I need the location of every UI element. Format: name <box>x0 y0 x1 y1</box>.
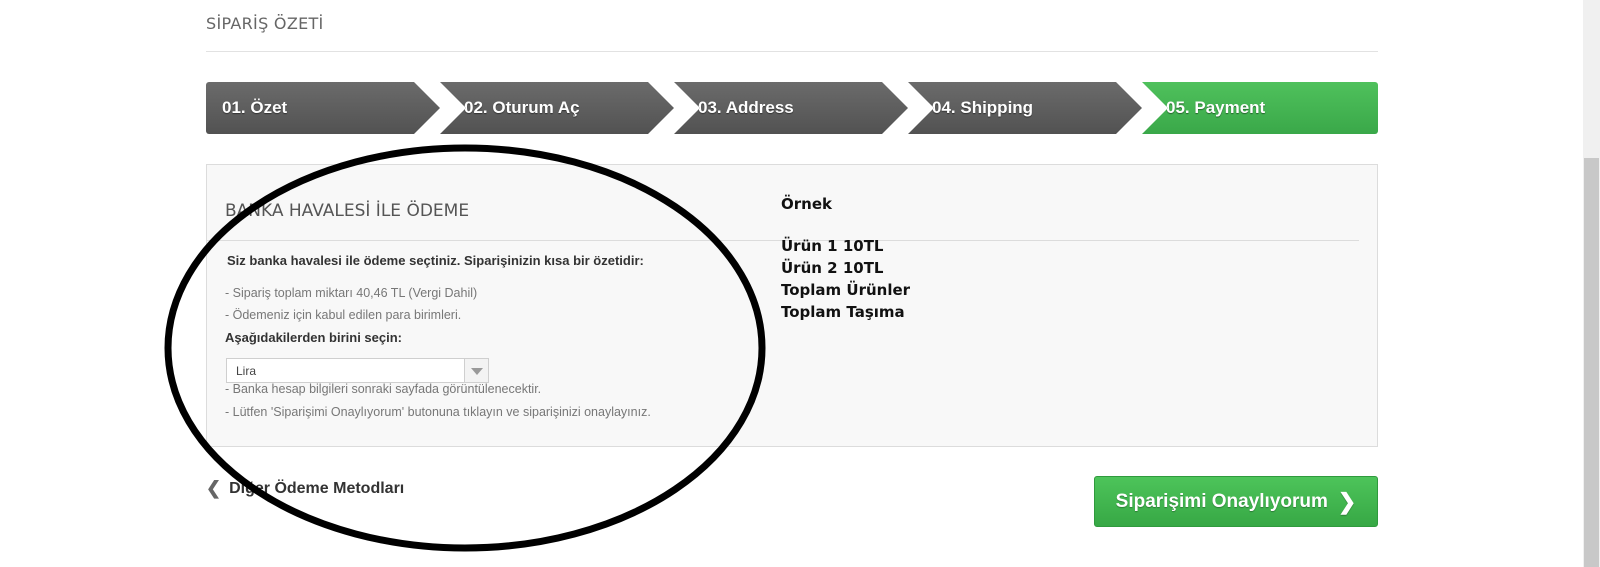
page-title: SİPARİŞ ÖZETİ <box>206 14 324 33</box>
step-label: 04. Shipping <box>932 98 1034 117</box>
annotation-circle <box>164 144 766 552</box>
summary-total-shipping: Toplam Taşıma <box>781 303 905 321</box>
scrollbar-thumb[interactable] <box>1584 158 1599 567</box>
step-shipping[interactable]: 04. Shipping <box>908 82 1142 134</box>
step-label: 02. Oturum Aç <box>464 98 580 117</box>
summary-item-1: Ürün 1 10TL <box>781 237 884 255</box>
confirm-order-button[interactable]: Siparişimi Onaylıyorum ❯ <box>1094 476 1378 527</box>
title-divider <box>206 51 1378 52</box>
step-summary[interactable]: 01. Özet <box>206 82 440 134</box>
step-payment[interactable]: 05. Payment <box>1142 82 1378 134</box>
step-login[interactable]: 02. Oturum Aç <box>440 82 674 134</box>
summary-title: Örnek <box>781 195 832 213</box>
summary-item-2: Ürün 2 10TL <box>781 259 884 277</box>
step-label: 03. Address <box>698 98 794 117</box>
summary-total-products: Toplam Ürünler <box>781 281 911 299</box>
step-label: 05. Payment <box>1166 98 1266 117</box>
step-label: 01. Özet <box>222 98 288 117</box>
confirm-button-label: Siparişimi Onaylıyorum <box>1115 490 1328 512</box>
chevron-right-icon: ❯ <box>1337 488 1357 514</box>
checkout-steps: 01. Özet 02. Oturum Aç 03. Address 04. S… <box>206 82 1378 134</box>
step-address[interactable]: 03. Address <box>674 82 908 134</box>
